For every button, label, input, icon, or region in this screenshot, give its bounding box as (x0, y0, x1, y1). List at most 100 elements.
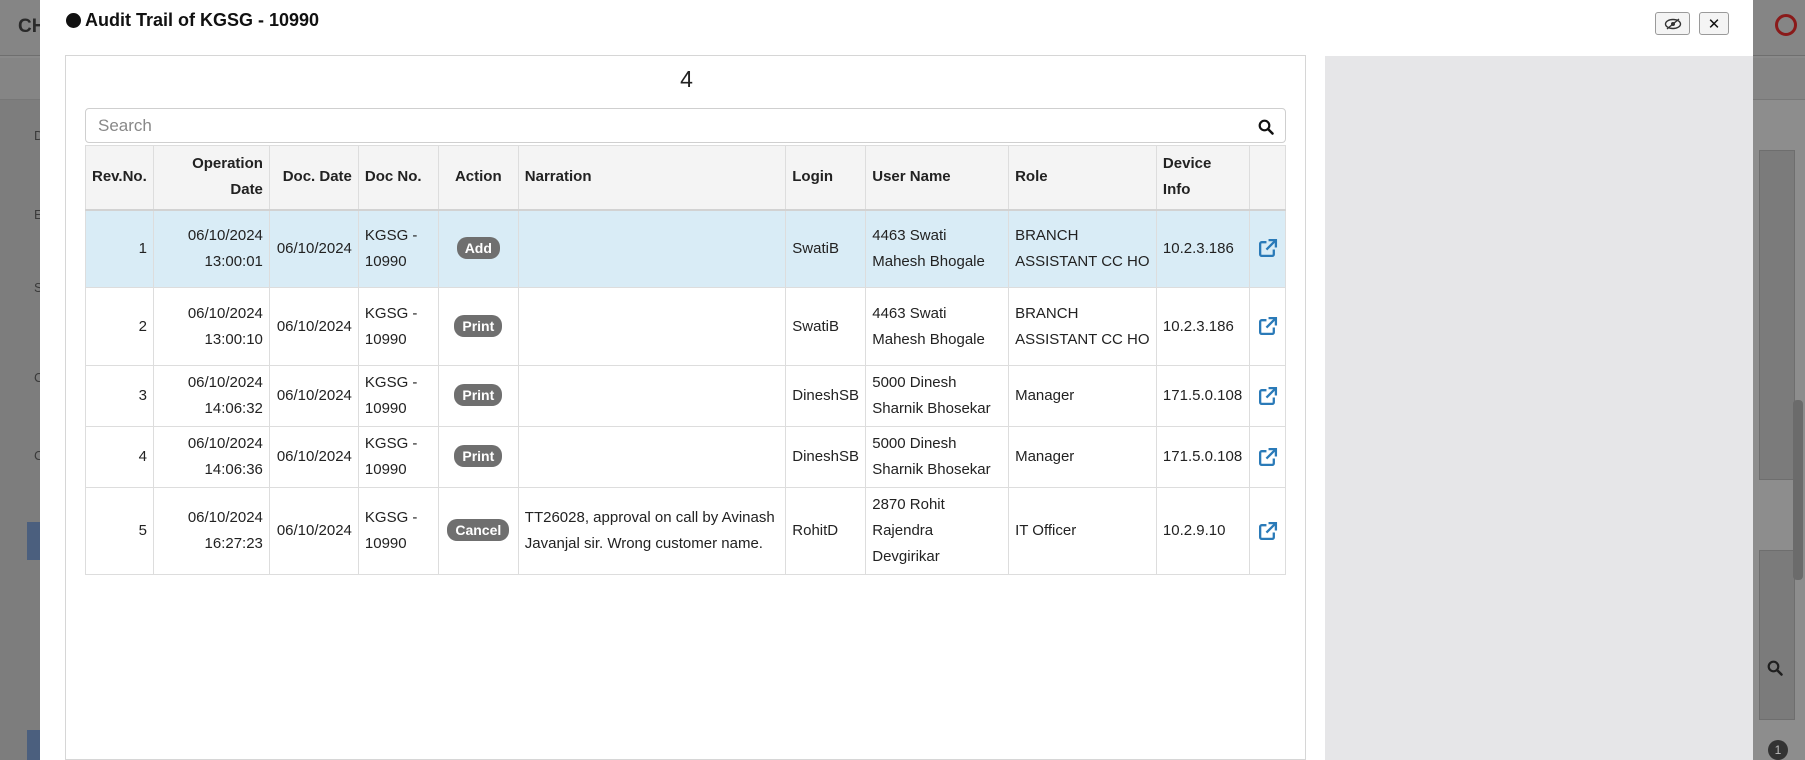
doc-no-number: 10990 (364, 252, 407, 270)
doc-no-prefix: KGSG - (364, 374, 418, 391)
cell-role: IT Officer (1008, 487, 1157, 575)
cell-narration (517, 209, 787, 288)
search-input[interactable] (86, 109, 1226, 142)
cell-link (1248, 487, 1287, 575)
external-link-icon[interactable] (1257, 447, 1278, 468)
background-side-chip (27, 730, 41, 760)
cell-link (1248, 426, 1287, 488)
doc-no-number: 10990 (364, 535, 407, 552)
cell-doc-no: KGSG - 10990 (357, 209, 439, 288)
operation-time: 13:00:10 (204, 330, 263, 348)
table-row[interactable]: 5 06/10/2024 16:27:23 06/10/2024 KGSG - 10990… (85, 487, 1287, 575)
modal-title: Audit Trail of KGSG - 10990 (66, 10, 319, 31)
column-header-role[interactable]: Role (1008, 145, 1157, 211)
search-icon[interactable] (1258, 119, 1274, 135)
cell-device-info: 10.2.9.10 (1155, 487, 1250, 575)
column-header-rev-no[interactable]: Rev.No. (85, 145, 154, 211)
operation-date: 06/10/2024 (187, 509, 263, 526)
cell-user-name: 5000 Dinesh Sharnik Bhosekar (865, 365, 1010, 427)
cell-login: SwatiB (785, 209, 867, 288)
background-side-chip (27, 522, 41, 560)
cell-rev-no: 3 (85, 365, 154, 427)
cell-action: Add (437, 209, 519, 288)
cell-user-name: 5000 Dinesh Sharnik Bhosekar (865, 426, 1010, 488)
cell-link (1248, 287, 1287, 366)
cell-role: BRANCH ASSISTANT CC HO (1008, 209, 1157, 288)
cell-operation-date: 06/10/2024 13:00:10 (152, 287, 270, 366)
cell-role: BRANCH ASSISTANT CC HO (1008, 287, 1157, 366)
external-link-icon[interactable] (1257, 238, 1278, 259)
cell-action: Print (437, 287, 519, 366)
cell-operation-date: 06/10/2024 13:00:01 (152, 209, 270, 288)
toggle-visibility-button[interactable] (1655, 12, 1690, 35)
cell-action: Print (437, 365, 519, 427)
table-body: 1 06/10/2024 13:00:01 06/10/2024 KGSG - 10990… (85, 209, 1287, 575)
cell-narration: TT26028, approval on call by Avinash Jav… (517, 487, 787, 575)
table-row[interactable]: 1 06/10/2024 13:00:01 06/10/2024 KGSG - 10990… (85, 209, 1287, 288)
external-link-icon[interactable] (1257, 386, 1278, 407)
cell-device-info: 10.2.3.186 (1155, 287, 1250, 366)
cell-device-info: 10.2.3.186 (1155, 209, 1250, 288)
audit-grid-panel: 4 Rev.No. Operation Date Doc. Date Doc N… (65, 55, 1306, 760)
operation-time: 14:06:36 (204, 461, 263, 478)
doc-no-number: 10990 (364, 400, 407, 417)
cell-doc-date: 06/10/2024 (268, 287, 359, 366)
cell-user-name: 4463 Swati Mahesh Bhogale (865, 209, 1010, 288)
action-badge: Print (454, 384, 503, 406)
column-header-login[interactable]: Login (785, 145, 867, 211)
cell-doc-date: 06/10/2024 (268, 209, 359, 288)
cell-rev-no: 1 (85, 209, 154, 288)
cell-login: SwatiB (785, 287, 867, 366)
cell-login: RohitD (785, 487, 867, 575)
power-icon (1775, 14, 1797, 36)
cell-doc-date: 06/10/2024 (268, 487, 359, 575)
column-header-operation-date[interactable]: Operation Date (152, 145, 270, 211)
column-header-action[interactable]: Action (437, 145, 519, 211)
cell-device-info: 171.5.0.108 (1155, 426, 1250, 488)
table-row[interactable]: 2 06/10/2024 13:00:10 06/10/2024 KGSG - 10990… (85, 287, 1287, 366)
table-row[interactable]: 4 06/10/2024 14:06:36 06/10/2024 KGSG - 10990… (85, 426, 1287, 488)
action-badge: Add (456, 236, 500, 259)
cell-link (1248, 209, 1287, 288)
cell-doc-no: KGSG - 10990 (357, 487, 439, 575)
operation-time: 14:06:32 (204, 400, 263, 417)
cell-rev-no: 5 (85, 487, 154, 575)
cell-role: Manager (1008, 365, 1157, 427)
detail-panel (1325, 56, 1753, 760)
cell-action: Print (437, 426, 519, 488)
cell-user-name: 2870 Rohit Rajendra Devgirikar (865, 487, 1010, 575)
cell-narration (517, 426, 787, 488)
table-row[interactable]: 3 06/10/2024 14:06:32 06/10/2024 KGSG - 10990… (85, 365, 1287, 427)
external-link-icon[interactable] (1257, 316, 1278, 337)
action-badge: Print (454, 445, 503, 467)
cell-login: DineshSB (785, 365, 867, 427)
action-badge: Print (454, 314, 503, 337)
background-badge: 1 (1768, 740, 1788, 760)
eye-slash-icon (1664, 17, 1681, 30)
cell-doc-no: KGSG - 10990 (357, 426, 439, 488)
cell-doc-date: 06/10/2024 (268, 426, 359, 488)
cell-operation-date: 06/10/2024 14:06:36 (152, 426, 270, 488)
operation-time: 13:00:01 (204, 252, 263, 270)
cell-doc-date: 06/10/2024 (268, 365, 359, 427)
cell-login: DineshSB (785, 426, 867, 488)
cell-doc-no: KGSG - 10990 (357, 287, 439, 366)
cell-operation-date: 06/10/2024 16:27:23 (152, 487, 270, 575)
audit-table: Rev.No. Operation Date Doc. Date Doc No.… (85, 145, 1287, 575)
modal-title-text: Audit Trail of KGSG - 10990 (85, 10, 320, 30)
close-button[interactable]: ✕ (1699, 12, 1729, 35)
background-card (1759, 150, 1795, 480)
doc-no-prefix: KGSG - (364, 435, 418, 452)
doc-no-prefix: KGSG - (364, 304, 418, 322)
column-header-doc-date[interactable]: Doc. Date (268, 145, 359, 211)
doc-no-number: 10990 (364, 461, 407, 478)
doc-no-number: 10990 (364, 330, 407, 348)
column-header-narration[interactable]: Narration (517, 145, 787, 211)
external-link-icon[interactable] (1257, 521, 1278, 542)
operation-date: 06/10/2024 (187, 304, 263, 322)
action-badge: Cancel (447, 519, 510, 541)
column-header-doc-no[interactable]: Doc No. (357, 145, 439, 211)
column-header-device-info[interactable]: Device Info (1155, 145, 1250, 211)
column-header-user-name[interactable]: User Name (865, 145, 1010, 211)
modal-header: Audit Trail of KGSG - 10990 ✕ (40, 0, 1753, 48)
